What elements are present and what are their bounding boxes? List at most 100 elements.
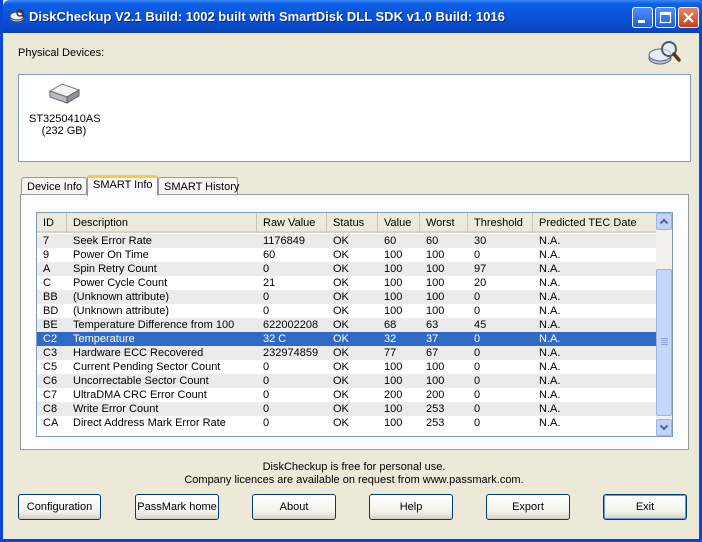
table-row[interactable]: C3 Hardware ECC Recovered 232974859 OK 77 67 0… [37,346,658,360]
physical-devices-label: Physical Devices: [18,47,105,59]
column-header[interactable]: ID [37,213,67,233]
table-row[interactable]: C Power Cycle Count 21 OK 100 100 20 N.A. [37,276,658,290]
column-header[interactable]: Worst [420,213,468,233]
table-cell: 21 [263,277,276,289]
table-cell: 200 [426,389,445,401]
table-row[interactable]: C2 Temperature 32 C OK 32 37 0 N.A. [37,332,658,346]
table-cell: OK [333,403,349,415]
table-cell: C5 [43,361,58,373]
table-cell: 45 [474,319,487,331]
table-cell: 622002208 [263,319,319,331]
table-cell: OK [333,249,349,261]
table-row[interactable]: 7 Seek Error Rate 1176849 OK 60 60 30 N.A. [37,234,658,248]
table-cell: 0 [474,305,481,317]
table-cell: Direct Address Mark Error Rate [73,417,226,429]
table-cell: Uncorrectable Sector Count [73,375,209,387]
table-cell: (Unknown attribute) [73,291,169,303]
table-cell: N.A. [539,417,561,429]
column-header[interactable]: Description [67,213,257,233]
table-cell: 0 [474,403,481,415]
table-row[interactable]: C5 Current Pending Sector Count 0 OK 100 100 0… [37,360,658,374]
table-cell: 253 [426,417,445,429]
table-cell: OK [333,263,349,275]
table-cell: Temperature [73,333,135,345]
column-header[interactable]: Threshold [468,213,533,233]
table-cell: 232974859 [263,347,319,359]
passmark-home-button[interactable]: PassMark home [135,494,219,520]
table-cell: OK [333,375,349,387]
table-cell: 100 [384,361,403,373]
table-cell: N.A. [539,263,561,275]
hard-disk-icon [48,83,81,104]
table-row[interactable]: C6 Uncorrectable Sector Count 0 OK 100 100 0 N.… [37,374,658,388]
table-cell: CA [43,417,59,429]
table-cell: C6 [43,375,58,387]
table-cell: N.A. [539,249,561,261]
table-cell: OK [333,361,349,373]
smart-attributes-table[interactable]: ID Description Raw Value Status Value Wo… [36,212,673,437]
table-cell: UltraDMA CRC Error Count [73,389,207,401]
table-row[interactable]: CA Direct Address Mark Error Rate 0 OK 100 25… [37,416,658,430]
vertical-scrollbar[interactable] [656,213,672,436]
table-cell: 63 [426,319,439,331]
configuration-button[interactable]: Configuration [18,494,101,520]
table-cell: C2 [43,333,58,345]
export-button[interactable]: Export [486,494,570,520]
minimize-button[interactable] [632,7,653,28]
scroll-up-button[interactable] [656,213,672,230]
table-row[interactable]: A Spin Retry Count 0 OK 100 100 97 N.A. [37,262,658,276]
table-cell: 100 [426,361,445,373]
scroll-down-button[interactable] [656,419,672,436]
table-cell: 30 [474,235,487,247]
table-row[interactable]: C8 Write Error Count 0 OK 100 253 0 N.A. [37,402,658,416]
table-row[interactable]: BE Temperature Difference from 100 6220022… [37,318,658,332]
table-cell: 60 [263,249,276,261]
table-row[interactable]: BB (Unknown attribute) 0 OK 100 100 0 N.A. [37,290,658,304]
table-body: 7 Seek Error Rate 1176849 OK 60 60 30 N.A. 9 Powe… [37,234,658,430]
table-cell: OK [333,333,349,345]
column-header[interactable]: Status [327,213,378,233]
exit-button[interactable]: Exit [603,494,687,520]
table-cell: 100 [426,291,445,303]
table-cell: OK [333,277,349,289]
device-name: ST3250410AS [29,113,101,125]
table-cell: Current Pending Sector Count [73,361,221,373]
table-cell: 253 [426,403,445,415]
app-window: DiskCheckup V2.1 Build: 1002 built with … [0,0,702,542]
table-cell: 0 [474,417,481,429]
maximize-button[interactable] [655,7,676,28]
table-cell: 7 [43,235,50,247]
column-header[interactable]: Value [378,213,420,233]
scroll-thumb[interactable] [656,269,672,416]
table-cell: 0 [263,403,270,415]
table-cell: OK [333,347,349,359]
table-cell: 100 [426,249,445,261]
table-header: ID Description Raw Value Status Value Wo… [37,213,658,233]
about-button[interactable]: About [252,494,336,520]
table-cell: C3 [43,347,58,359]
table-row[interactable]: BD (Unknown attribute) 0 OK 100 100 0 N.A. [37,304,658,318]
table-cell: C7 [43,389,58,401]
close-button[interactable] [678,7,699,28]
smart-info-page: ID Description Raw Value Status Value Wo… [20,194,689,450]
table-cell: N.A. [539,235,561,247]
table-cell: 100 [384,263,403,275]
table-cell: 67 [426,347,439,359]
table-cell: 32 C [263,333,287,345]
table-cell: 0 [474,375,481,387]
table-row[interactable]: 9 Power On Time 60 OK 100 100 0 N.A. [37,248,658,262]
disk-app-icon [9,9,25,23]
table-cell: N.A. [539,319,561,331]
column-header[interactable]: Predicted TEC Date [533,213,658,233]
table-cell: BD [43,305,59,317]
table-row[interactable]: C7 UltraDMA CRC Error Count 0 OK 200 200 0 N.A. [37,388,658,402]
table-cell: 77 [384,347,397,359]
column-header[interactable]: Raw Value [257,213,327,233]
title-bar[interactable]: DiskCheckup V2.1 Build: 1002 built with … [3,0,702,33]
table-cell: N.A. [539,375,561,387]
tab-smart-info[interactable]: SMART Info [87,175,158,196]
device-item[interactable]: ST3250410AS (232 GB) [29,81,101,137]
magnifier-disk-icon[interactable] [647,39,681,67]
table-cell: 100 [426,263,445,275]
help-button[interactable]: Help [369,494,453,520]
